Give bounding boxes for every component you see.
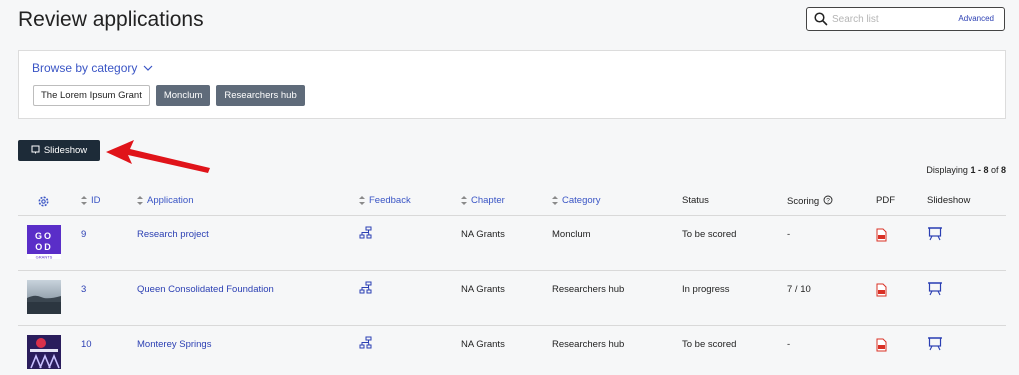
browse-by-category-panel: Browse by category The Lorem Ipsum Grant… xyxy=(18,50,1006,119)
column-header-chapter[interactable]: Chapter xyxy=(461,195,505,206)
application-name-link[interactable]: Monterey Springs xyxy=(137,339,211,350)
displaying-range: 1 - 8 xyxy=(970,165,989,175)
feedback-icon[interactable] xyxy=(359,226,373,243)
pdf-icon[interactable] xyxy=(876,338,887,355)
column-header-category[interactable]: Category xyxy=(552,195,601,206)
application-name-link[interactable]: Queen Consolidated Foundation xyxy=(137,284,274,295)
displaying-count: Displaying 1 - 8 of 8 xyxy=(926,165,1006,175)
scoring-value: - xyxy=(787,229,791,240)
pdf-icon[interactable] xyxy=(876,228,887,245)
column-header-slideshow: Slideshow xyxy=(927,195,971,206)
svg-text:?: ? xyxy=(826,198,830,205)
browse-by-category-toggle[interactable]: Browse by category xyxy=(32,61,153,75)
feedback-icon[interactable] xyxy=(359,281,373,298)
application-thumbnail[interactable] xyxy=(27,280,61,314)
application-thumbnail[interactable]: GO OD GRANTS xyxy=(27,225,61,259)
column-header-pdf: PDF xyxy=(876,195,895,206)
column-header-status: Status xyxy=(682,195,709,206)
sort-icon xyxy=(552,196,558,205)
search-icon xyxy=(810,8,832,30)
category-value: Researchers hub xyxy=(552,284,625,295)
sort-icon xyxy=(359,196,365,205)
status-value: To be scored xyxy=(682,229,737,240)
slideshow-icon[interactable] xyxy=(927,281,943,300)
category-tag-monclum[interactable]: Monclum xyxy=(155,85,211,106)
pdf-icon[interactable] xyxy=(876,283,887,300)
table-row: 10 Monterey Springs NA Grants Researcher… xyxy=(18,326,1006,375)
chapter-value: NA Grants xyxy=(461,339,505,350)
sort-icon xyxy=(461,196,467,205)
table-header: ID Application Feedback Chapter Category… xyxy=(18,186,1006,216)
slideshow-icon[interactable] xyxy=(927,226,943,245)
column-header-feedback-label: Feedback xyxy=(369,195,411,206)
category-value: Monclum xyxy=(552,229,591,240)
application-thumbnail[interactable] xyxy=(27,335,61,369)
category-tag-researchers-hub[interactable]: Researchers hub xyxy=(216,85,305,106)
column-header-category-label: Category xyxy=(562,195,601,206)
feedback-icon[interactable] xyxy=(359,336,373,353)
column-header-application-label: Application xyxy=(147,195,194,206)
application-id-link[interactable]: 10 xyxy=(81,339,92,350)
column-header-id-label: ID xyxy=(91,195,101,206)
chevron-down-icon xyxy=(143,61,153,75)
advanced-search-link[interactable]: Advanced xyxy=(958,14,994,23)
column-settings-icon[interactable] xyxy=(37,195,50,208)
column-header-chapter-label: Chapter xyxy=(471,195,505,206)
category-tags: The Lorem Ipsum Grant Monclum Researcher… xyxy=(33,85,305,106)
chapter-value: NA Grants xyxy=(461,284,505,295)
help-icon[interactable]: ? xyxy=(823,195,833,208)
scoring-value: - xyxy=(787,339,791,350)
scoring-value: 7 / 10 xyxy=(787,284,811,295)
displaying-total: 8 xyxy=(1000,165,1006,175)
annotation-arrow xyxy=(106,140,210,173)
slideshow-button[interactable]: Slideshow xyxy=(18,140,100,161)
application-id-link[interactable]: 3 xyxy=(81,284,86,295)
slideshow-icon xyxy=(31,145,40,157)
column-header-application[interactable]: Application xyxy=(137,195,193,206)
slideshow-icon[interactable] xyxy=(927,336,943,355)
column-header-scoring: Scoring ? xyxy=(787,195,833,208)
svg-text:GRANTS: GRANTS xyxy=(36,255,53,260)
slideshow-button-label: Slideshow xyxy=(43,145,88,156)
svg-text:GO: GO xyxy=(35,231,53,241)
displaying-of: of xyxy=(988,165,1001,175)
column-header-id[interactable]: ID xyxy=(81,195,101,206)
status-value: To be scored xyxy=(682,339,737,350)
table-row: GO OD GRANTS 9 Research project NA Grant… xyxy=(18,216,1006,271)
category-value: Researchers hub xyxy=(552,339,625,350)
column-header-feedback[interactable]: Feedback xyxy=(359,195,411,206)
page-title: Review applications xyxy=(18,8,204,31)
sort-icon xyxy=(81,196,87,205)
sort-icon xyxy=(137,196,143,205)
table-row: 3 Queen Consolidated Foundation NA Grant… xyxy=(18,271,1006,326)
displaying-prefix: Displaying xyxy=(926,165,971,175)
search-input[interactable] xyxy=(832,13,952,25)
application-id-link[interactable]: 9 xyxy=(81,229,86,240)
column-header-scoring-label: Scoring xyxy=(787,196,820,207)
review-applications-page: Review applications Advanced Browse by c… xyxy=(0,0,1019,375)
status-value: In progress xyxy=(682,284,730,295)
search-box[interactable]: Advanced xyxy=(806,7,1005,31)
applications-table: ID Application Feedback Chapter Category… xyxy=(18,186,1006,375)
svg-text:OD: OD xyxy=(35,242,53,252)
chapter-value: NA Grants xyxy=(461,229,505,240)
category-tag-lorem-ipsum-grant[interactable]: The Lorem Ipsum Grant xyxy=(33,85,150,106)
browse-by-category-label: Browse by category xyxy=(32,61,138,75)
application-name-link[interactable]: Research project xyxy=(137,229,209,240)
